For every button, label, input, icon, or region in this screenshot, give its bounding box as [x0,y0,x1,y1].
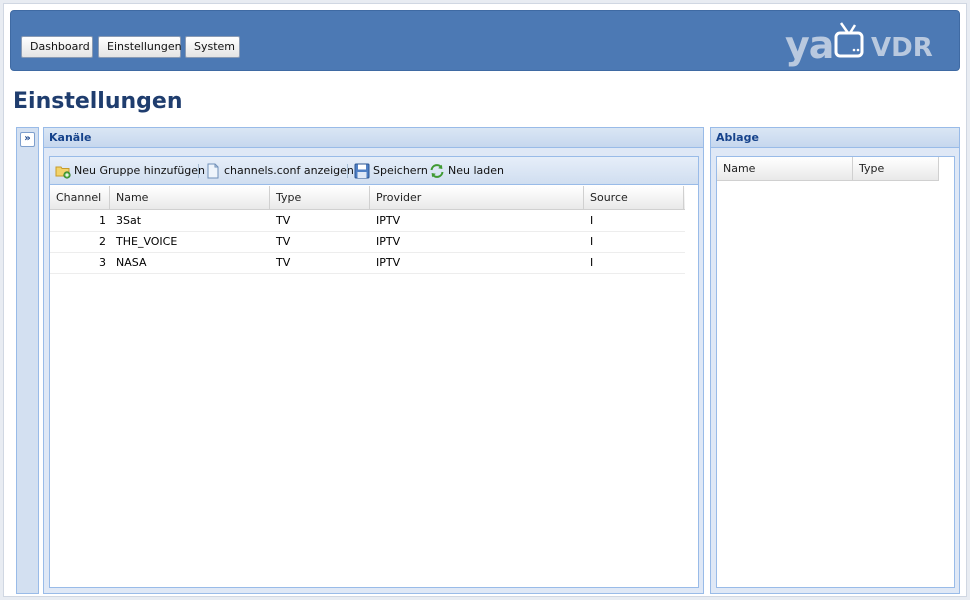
tv-icon [834,22,864,58]
channels-toolbar: Neu Gruppe hinzufügen channels.conf anze… [50,157,698,185]
page: Dashboard Einstellungen System ya VDR Ei… [3,3,967,597]
collapsed-side-panel: » [16,127,39,594]
cell-name: 3Sat [116,214,142,227]
storage-panel-title: Ablage [711,128,959,148]
table-row[interactable]: 3 NASA TV IPTV I [50,253,685,274]
cell-type: TV [276,214,291,227]
channels-grid: Neu Gruppe hinzufügen channels.conf anze… [49,156,699,588]
toolbar-separator [198,164,199,178]
refresh-icon [430,164,444,178]
logo-text-vdr: VDR [871,33,933,63]
cell-name: NASA [116,256,147,269]
show-conf-button[interactable]: channels.conf anzeigen [205,161,354,181]
logo-text-ya: ya [785,23,834,67]
table-row[interactable]: 2 THE_VOICE TV IPTV I [50,232,685,253]
column-header-type[interactable]: Type [270,186,370,210]
add-group-button[interactable]: Neu Gruppe hinzufügen [55,161,205,181]
column-header-type[interactable]: Type [853,157,939,181]
nav-einstellungen-button[interactable]: Einstellungen [98,36,182,58]
add-group-label: Neu Gruppe hinzufügen [74,164,206,177]
cell-source: I [590,235,594,248]
cell-type: TV [276,235,291,248]
channels-panel: Kanäle Neu Gruppe hinzufügen channels.co… [43,127,704,594]
cell-source: I [590,256,594,269]
channels-grid-header: Channel Name Type Provider Source [50,186,685,210]
toolbar-separator [347,164,348,178]
double-chevron-right-icon[interactable]: » [20,132,35,147]
column-header-provider[interactable]: Provider [370,186,584,210]
storage-grid: Name Type [716,156,955,588]
cell-provider: IPTV [376,214,401,227]
cell-type: TV [276,256,291,269]
save-button[interactable]: Speichern [354,161,428,181]
cell-name: THE_VOICE [116,235,178,248]
reload-button[interactable]: Neu laden [429,161,504,181]
yavdr-logo: ya VDR [783,21,943,67]
app-header: Dashboard Einstellungen System ya VDR [10,10,960,71]
column-header-name[interactable]: Name [717,157,853,181]
cell-source: I [590,214,594,227]
nav-dashboard-button[interactable]: Dashboard [21,36,93,58]
cell-provider: IPTV [376,235,401,248]
document-icon [207,163,219,179]
column-header-channel[interactable]: Channel [50,186,110,210]
storage-grid-header: Name Type [717,157,939,181]
column-header-source[interactable]: Source [584,186,684,210]
cell-channel: 2 [99,235,106,248]
table-row[interactable]: 1 3Sat TV IPTV I [50,211,685,232]
cell-channel: 3 [99,256,106,269]
page-title: Einstellungen [13,89,183,114]
cell-channel: 1 [99,214,106,227]
floppy-disk-icon [354,163,370,179]
cell-provider: IPTV [376,256,401,269]
show-conf-label: channels.conf anzeigen [224,164,354,177]
column-header-name[interactable]: Name [110,186,270,210]
nav-system-button[interactable]: System [185,36,240,58]
channels-panel-title: Kanäle [44,128,703,148]
storage-panel: Ablage Name Type [710,127,960,594]
folder-add-icon [55,166,71,179]
